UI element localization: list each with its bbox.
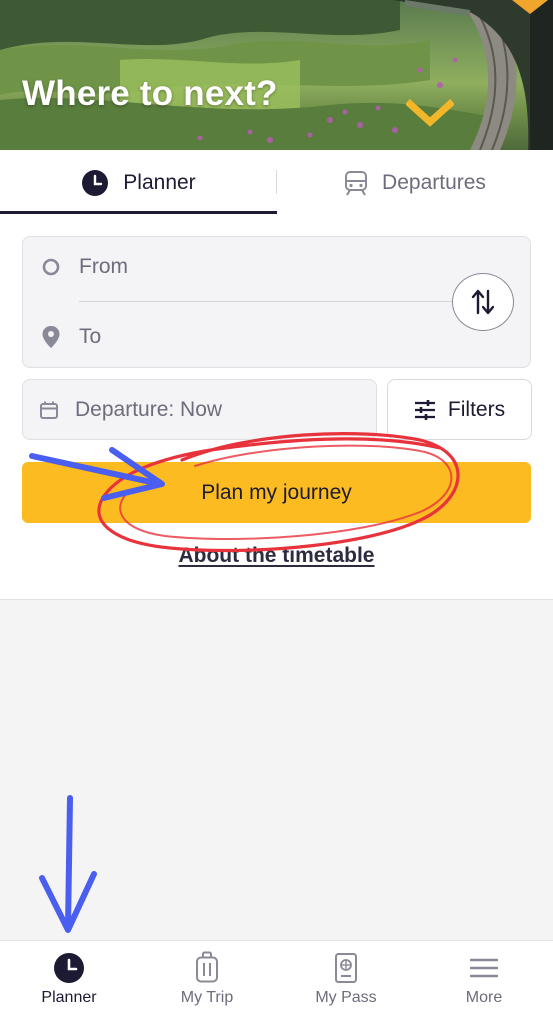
nav-my-pass[interactable]: My Pass (277, 941, 415, 1024)
plan-journey-label: Plan my journey (201, 480, 352, 504)
departure-time-field[interactable]: Departure: Now (22, 379, 377, 440)
swap-arrows-icon (471, 289, 495, 315)
to-field[interactable]: To (23, 307, 443, 367)
nav-more-label: More (465, 989, 503, 1006)
hero-title: Where to next? (22, 74, 278, 113)
annotation-blue-arrowhead-down (39, 871, 97, 933)
tab-departures-label: Departures (382, 170, 486, 194)
nav-my-trip-label: My Trip (180, 989, 234, 1006)
route-separator (79, 301, 454, 302)
nav-my-pass-label: My Pass (315, 989, 377, 1006)
location-pin-icon (42, 326, 60, 348)
nav-planner-label: Planner (41, 989, 97, 1006)
tab-departures[interactable]: Departures (277, 150, 553, 215)
passport-icon (335, 953, 357, 983)
hero-banner: Where to next? (0, 0, 553, 150)
to-placeholder: To (79, 325, 102, 348)
clock-icon (54, 953, 84, 983)
plan-journey-button[interactable]: Plan my journey (22, 462, 531, 523)
about-timetable-link[interactable]: About the timetable (0, 544, 553, 568)
bottom-navigation: Planner My Trip My Pass More (0, 940, 553, 1024)
from-field[interactable]: From (23, 237, 443, 297)
nav-my-trip[interactable]: My Trip (138, 941, 276, 1024)
menu-icon (470, 958, 498, 978)
filters-label: Filters (447, 397, 506, 421)
swap-route-button[interactable] (452, 273, 514, 331)
luggage-icon (196, 951, 218, 983)
train-icon (345, 170, 368, 196)
tab-planner-label: Planner (123, 170, 196, 194)
clock-icon (82, 169, 109, 196)
departure-label: Departure: Now (75, 397, 223, 421)
tab-planner[interactable]: Planner (0, 150, 277, 215)
origin-circle-icon (42, 258, 60, 276)
calendar-icon (40, 401, 58, 419)
from-placeholder: From (79, 255, 128, 278)
filters-button[interactable]: Filters (387, 379, 532, 440)
nav-planner[interactable]: Planner (0, 941, 138, 1024)
tab-divider (276, 170, 277, 194)
nav-more[interactable]: More (415, 941, 553, 1024)
annotation-blue-arrow-down (65, 795, 73, 931)
sliders-icon (414, 399, 435, 420)
chevron-down-icon[interactable] (406, 98, 454, 130)
